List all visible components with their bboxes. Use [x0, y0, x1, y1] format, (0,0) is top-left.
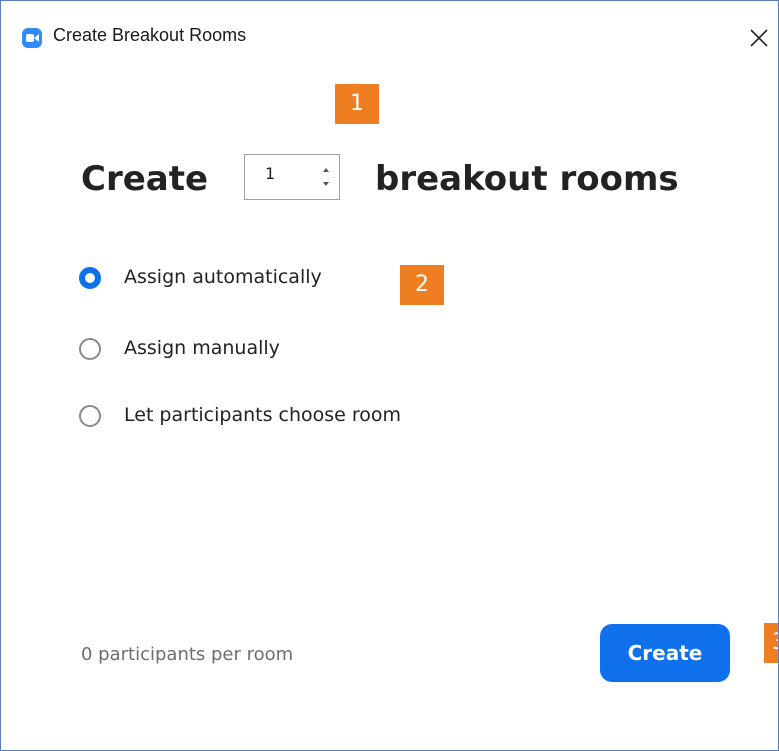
close-icon	[750, 29, 768, 47]
radio-button[interactable]	[79, 405, 101, 427]
room-count-value[interactable]: 1	[265, 164, 275, 183]
radio-button-selected[interactable]	[79, 267, 101, 289]
participants-per-room-text: 0 participants per room	[81, 644, 294, 665]
stepper-arrows	[320, 161, 334, 193]
close-button[interactable]	[742, 21, 776, 55]
camera-body-glyph	[26, 34, 34, 42]
radio-button[interactable]	[79, 338, 101, 360]
room-count-stepper[interactable]: 1	[244, 154, 340, 200]
annotation-marker-2: 2	[400, 265, 444, 305]
annotation-marker-1: 1	[335, 84, 379, 124]
chevron-down-icon[interactable]	[323, 182, 329, 186]
camera-lens-glyph	[34, 34, 39, 42]
annotation-marker-3: 3	[764, 623, 778, 663]
option-label: Assign manually	[124, 337, 280, 359]
heading-create-text: Create	[81, 159, 209, 199]
zoom-camera-icon	[22, 28, 42, 48]
option-label: Assign automatically	[124, 266, 322, 288]
heading-breakout-rooms-text: breakout rooms	[375, 159, 679, 199]
chevron-up-icon[interactable]	[323, 168, 329, 172]
title-bar: Create Breakout Rooms	[1, 1, 778, 75]
option-label: Let participants choose room	[124, 404, 402, 426]
window-title: Create Breakout Rooms	[53, 25, 247, 45]
create-button[interactable]: Create	[600, 624, 730, 682]
breakout-rooms-dialog: Create Breakout Rooms 1 Create 1 breakou…	[0, 0, 779, 751]
